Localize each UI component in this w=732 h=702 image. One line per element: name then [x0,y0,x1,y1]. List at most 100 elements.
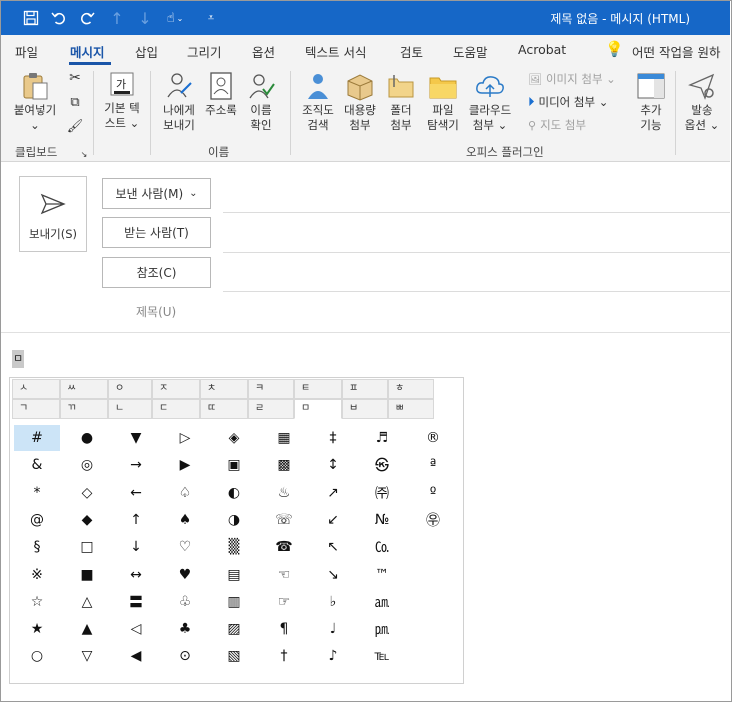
down-arrow-icon[interactable]: ↓ [135,7,155,29]
symbol-cell[interactable]: ㏘ [359,616,405,642]
consonant-tab[interactable]: ㄹ [248,399,294,419]
consonant-tab[interactable]: ㅍ [342,379,388,399]
cut-icon[interactable]: ✂ [65,71,85,86]
symbol-cell[interactable]: ↗ [310,480,356,506]
undo-icon[interactable] [49,7,69,29]
symbol-cell[interactable]: ☎ [261,534,307,560]
media-attachment-button[interactable]: ⏵ 미디어 첨부 ⌄ [528,94,608,110]
symbol-cell[interactable]: ☆ [14,589,60,615]
org-chart-search-button[interactable]: 조직도 검색 [297,71,339,133]
symbol-cell[interactable]: ♡ [162,534,208,560]
consonant-tab[interactable]: ㅂ [342,399,388,419]
symbol-cell[interactable]: ▩ [261,452,307,478]
folder-attachment-button[interactable]: 폴더 첨부 [382,71,420,133]
symbol-cell[interactable]: → [113,452,159,478]
symbol-cell[interactable]: ↘ [310,562,356,588]
symbol-cell[interactable]: ㏂ [359,589,405,615]
symbol-cell[interactable]: ㈜ [359,480,405,506]
symbol-cell[interactable]: ▨ [211,616,257,642]
symbol-cell[interactable]: † [261,643,307,669]
symbol-cell[interactable]: & [14,452,60,478]
cloud-attachment-button[interactable]: 클라우드 첨부 ⌄ [464,71,516,133]
consonant-tab[interactable]: ㅊ [200,379,248,399]
check-names-button[interactable]: 이름 확인 [241,71,281,133]
tab-draw[interactable]: 그리기 [187,42,222,61]
symbol-cell[interactable]: ☜ [261,562,307,588]
symbol-cell[interactable]: ▶ [162,452,208,478]
symbol-cell[interactable]: ⊙ [162,643,208,669]
tab-acrobat[interactable]: Acrobat [518,42,566,57]
symbol-cell[interactable]: ◐ [211,480,257,506]
symbol-cell[interactable]: ↓ [113,534,159,560]
symbol-cell[interactable]: ♬ [359,425,405,451]
send-options-button[interactable]: 발송 옵션 ⌄ [680,71,724,133]
add-feature-button[interactable]: 추가 기능 [631,71,671,133]
consonant-tab[interactable]: ㅋ [248,379,294,399]
symbol-cell[interactable]: * [14,480,60,506]
symbol-cell[interactable]: ◑ [211,507,257,533]
symbol-cell[interactable]: ▲ [64,616,110,642]
symbol-cell[interactable]: ◇ [64,480,110,506]
consonant-tab[interactable]: ㅎ [388,379,434,399]
copy-icon[interactable]: ⧉ [65,95,85,110]
consonant-tab[interactable]: ㅃ [388,399,434,419]
consonant-tab[interactable]: ㄷ [152,399,200,419]
symbol-cell[interactable]: ♭ [310,589,356,615]
format-painter-icon[interactable]: 🖌 [65,119,85,134]
symbol-cell[interactable]: △ [64,589,110,615]
symbol-cell[interactable]: ▤ [211,562,257,588]
symbol-cell[interactable]: ▽ [64,643,110,669]
symbol-cell[interactable]: ※ [14,562,60,588]
symbol-cell[interactable]: ♨ [261,480,307,506]
symbol-cell[interactable]: # [14,425,60,451]
symbol-cell[interactable]: º [410,480,456,506]
symbol-cell[interactable]: ㉾ [410,507,456,533]
consonant-tab[interactable]: ㄲ [60,399,108,419]
symbol-cell[interactable]: ↔ [113,562,159,588]
customize-quick-access-icon[interactable]: ⩡ [201,7,221,29]
consonant-tab[interactable]: ㅇ [108,379,152,399]
symbol-cell[interactable]: ▷ [162,425,208,451]
symbol-cell[interactable]: ☞ [261,589,307,615]
symbol-cell[interactable]: ↙ [310,507,356,533]
symbol-cell[interactable]: ♩ [310,616,356,642]
symbol-cell[interactable]: ☏ [261,507,307,533]
consonant-tab[interactable]: ㅁ [294,399,342,419]
symbol-cell[interactable]: ㉿ [359,452,405,478]
symbol-cell[interactable]: ↑ [113,507,159,533]
symbol-cell[interactable]: ® [410,425,456,451]
consonant-tab[interactable]: ㅆ [60,379,108,399]
symbol-cell[interactable]: ♪ [310,643,356,669]
consonant-tab[interactable]: ㄱ [12,399,60,419]
file-explorer-button[interactable]: 파일 탐색기 [422,71,464,133]
tell-me-search[interactable]: 어떤 작업을 원하 [632,42,720,61]
tab-file[interactable]: 파일 [15,42,38,61]
tab-options[interactable]: 옵션 [252,42,275,61]
symbol-cell[interactable]: № [359,507,405,533]
symbol-cell[interactable]: ◁ [113,616,159,642]
save-icon[interactable] [21,7,41,29]
tab-help[interactable]: 도움말 [453,42,488,61]
symbol-cell[interactable]: @ [14,507,60,533]
symbol-cell[interactable]: ‡ [310,425,356,451]
symbol-cell[interactable]: ← [113,480,159,506]
symbol-cell[interactable]: ▦ [261,425,307,451]
touch-mode-icon[interactable]: ☝ ⌄ [161,7,189,29]
symbol-cell[interactable]: 〓 [113,589,159,615]
symbol-cell[interactable]: ★ [14,616,60,642]
symbol-cell[interactable]: ℡ [359,643,405,669]
symbol-cell[interactable]: ♤ [162,480,208,506]
redo-icon[interactable] [77,7,97,29]
symbol-cell[interactable]: ™ [359,562,405,588]
symbol-cell[interactable]: ♥ [162,562,208,588]
address-book-button[interactable]: 주소록 [201,71,241,118]
basic-text-button[interactable]: 가 기본 텍 스트 ⌄ [98,71,146,131]
symbol-cell[interactable]: ◎ [64,452,110,478]
tab-message[interactable]: 메시지 [70,42,105,61]
symbol-cell[interactable]: ◀ [113,643,159,669]
consonant-tab[interactable]: ㄴ [108,399,152,419]
consonant-tab[interactable]: ㅌ [294,379,342,399]
symbol-cell[interactable]: ㏇ [359,534,405,560]
symbol-cell[interactable]: ■ [64,562,110,588]
symbol-cell[interactable]: ▒ [211,534,257,560]
